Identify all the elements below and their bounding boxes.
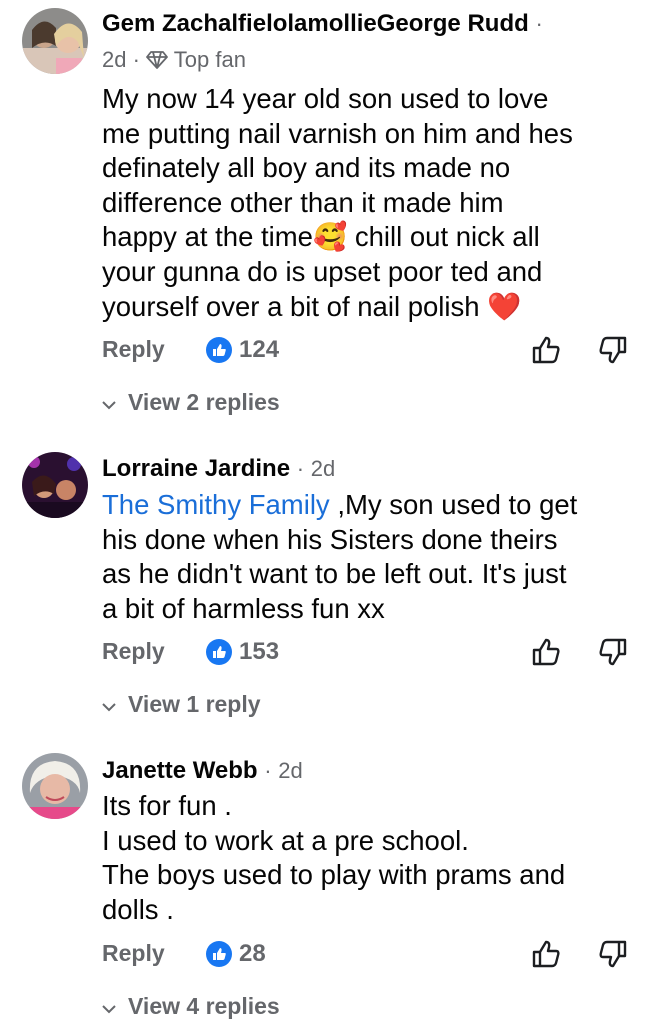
like-reaction-icon	[206, 639, 232, 665]
comment-line: dolls .	[102, 893, 174, 925]
separator: ·	[264, 758, 272, 783]
author-name[interactable]: Lorraine Jardine	[102, 455, 290, 482]
comment-line: a bit of harmless fun xx	[102, 592, 385, 624]
comment-text: My now 14 year old son used to love me p…	[102, 82, 642, 324]
separator: ·	[535, 11, 543, 36]
comment-line: yourself over a bit of nail polish ❤️	[102, 290, 522, 322]
reaction-summary[interactable]: 28	[206, 940, 266, 968]
chevron-down-icon	[102, 993, 116, 1020]
comment-line: My now 14 year old son used to love	[102, 83, 549, 114]
like-reaction-icon	[206, 337, 232, 363]
downvote-icon[interactable]	[597, 636, 629, 673]
view-replies-button[interactable]: View 1 reply	[102, 691, 261, 718]
timestamp[interactable]: 2d	[278, 758, 302, 783]
comment-text: Its for fun . I used to work at a pre sc…	[102, 789, 642, 927]
separator: ·	[132, 47, 140, 72]
upvote-icon[interactable]	[530, 938, 562, 975]
timestamp[interactable]: 2d	[102, 47, 126, 72]
view-replies-button[interactable]: View 2 replies	[102, 389, 280, 416]
view-replies-label: View 2 replies	[128, 389, 280, 415]
downvote-icon[interactable]	[597, 334, 629, 371]
comment-line: difference other than it made him	[102, 186, 504, 218]
comment-actions: Reply 28	[102, 940, 632, 974]
author-line: Gem ZachalfielolamollieGeorge Rudd ·	[102, 10, 543, 38]
comment-line: his done when his Sisters done theirs	[102, 523, 558, 555]
comment-line: your gunna do is upset poor ted and	[102, 255, 543, 287]
comment-line: as he didn't want to be left out. It's j…	[102, 558, 567, 590]
comment-line: me putting nail varnish on him and hes	[102, 117, 573, 149]
chevron-down-icon	[102, 389, 116, 416]
like-count: 28	[239, 940, 266, 967]
upvote-icon[interactable]	[530, 334, 562, 371]
comment-line-rest: ,My son used to get	[329, 489, 578, 520]
author-name[interactable]: Gem ZachalfielolamollieGeorge Rudd	[102, 10, 529, 37]
comment-line: definately all boy and its made no	[102, 152, 511, 184]
like-count: 124	[239, 336, 280, 363]
top-fan-badge: Top fan	[173, 47, 246, 72]
reply-button[interactable]: Reply	[102, 336, 165, 363]
chevron-down-icon	[102, 691, 116, 718]
upvote-icon[interactable]	[530, 636, 562, 673]
mention-link[interactable]: The Smithy Family	[102, 489, 330, 520]
timestamp[interactable]: 2d	[311, 456, 335, 481]
reaction-summary[interactable]: 124	[206, 336, 279, 364]
downvote-icon[interactable]	[597, 938, 629, 975]
view-replies-label: View 1 reply	[128, 691, 261, 717]
avatar[interactable]	[22, 753, 88, 819]
comment-line: I used to work at a pre school.	[102, 824, 469, 856]
separator: ·	[296, 456, 305, 481]
comment-text: The Smithy Family ,My son used to get hi…	[102, 488, 642, 626]
view-replies-label: View 4 replies	[128, 993, 280, 1019]
author-line: Janette Webb · 2d	[102, 757, 303, 785]
diamond-icon	[146, 50, 168, 76]
reply-button[interactable]: Reply	[102, 940, 165, 967]
comment-actions: Reply 153	[102, 638, 632, 672]
view-replies-button[interactable]: View 4 replies	[102, 993, 280, 1020]
like-count: 153	[239, 638, 280, 665]
comment-actions: Reply 124	[102, 336, 632, 370]
comment-meta: 2d · Top fan	[102, 47, 246, 76]
like-reaction-icon	[206, 941, 232, 967]
author-name[interactable]: Janette Webb	[102, 757, 258, 784]
comment-line: happy at the time🥰 chill out nick all	[102, 221, 540, 253]
reply-button[interactable]: Reply	[102, 638, 165, 665]
comment-line: The Smithy Family ,My son used to get	[102, 488, 642, 523]
reaction-summary[interactable]: 153	[206, 638, 279, 666]
comment-line: Its for fun .	[102, 790, 232, 821]
avatar[interactable]	[22, 8, 88, 74]
avatar[interactable]	[22, 452, 88, 518]
author-line: Lorraine Jardine · 2d	[102, 455, 335, 483]
comment-line: The boys used to play with prams and	[102, 859, 566, 891]
